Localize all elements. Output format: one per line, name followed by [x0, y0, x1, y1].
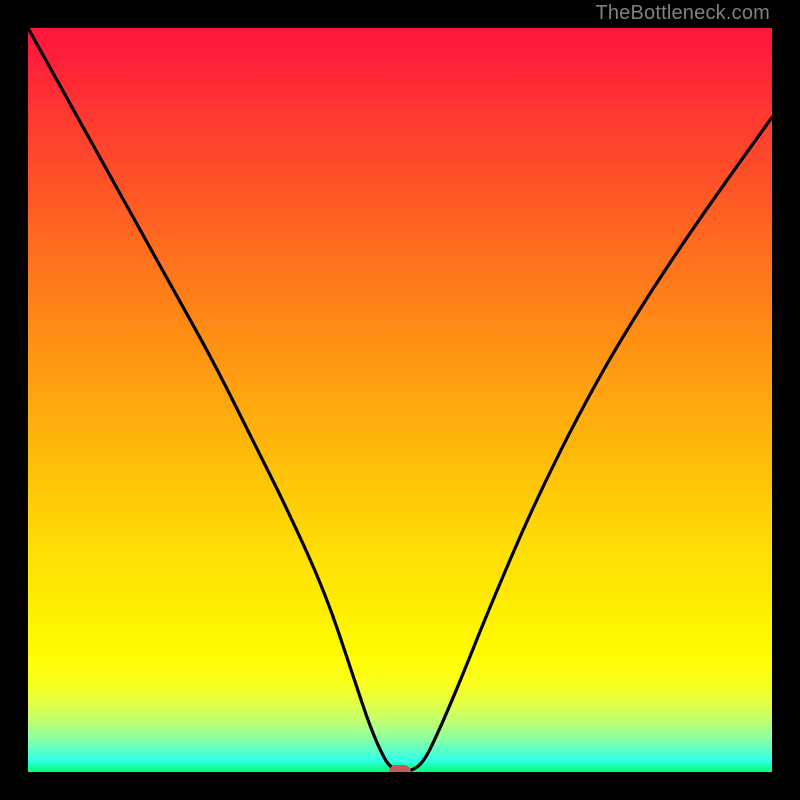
- chart-container: TheBottleneck.com: [0, 0, 800, 800]
- optimum-marker: [389, 765, 411, 772]
- plot-area: [28, 28, 772, 772]
- watermark-text: TheBottleneck.com: [595, 2, 770, 25]
- bottleneck-curve: [28, 28, 772, 772]
